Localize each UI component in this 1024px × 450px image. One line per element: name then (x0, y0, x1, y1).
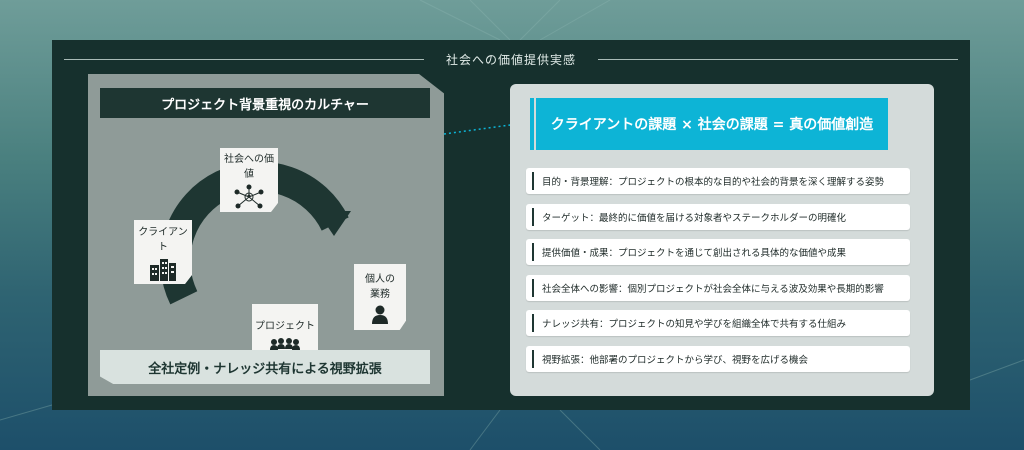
list-item: 提供価値・成果：プロジェクトを通じて創出される具体的な価値や成果 (526, 239, 910, 265)
list-item: 目的・背景理解：プロジェクトの根本的な目的や社会的背景を深く理解する姿勢 (526, 168, 910, 194)
main-frame: 社会への価値提供実感 プロジェクト背景重視のカルチャー 社会への価値 クライアン… (52, 40, 970, 410)
list-item: ターゲット：最終的に価値を届ける対象者やステークホルダーの明確化 (526, 203, 910, 230)
value-header-text: クライアントの課題 × 社会の課題 = 真の価値創造 (550, 117, 874, 133)
value-header-accent (530, 98, 534, 150)
list-item: 社会全体への影響：個別プロジェクトが社会全体に与える波及効果や長期的影響 (526, 274, 910, 301)
value-panel: クライアントの課題 × 社会の課題 = 真の価値創造 目的・背景理解：プロジェク… (510, 84, 934, 396)
value-items: 目的・背景理解：プロジェクトの根本的な目的や社会的背景を深く理解する姿勢 ターゲ… (526, 168, 910, 381)
list-item: 視野拡張：他部署のプロジェクトから学び、視野を広げる機会 (526, 345, 910, 372)
list-item: ナレッジ共有：プロジェクトの知見や学びを組織全体で共有する仕組み (526, 310, 910, 336)
value-header: クライアントの課題 × 社会の課題 = 真の価値創造 (530, 98, 888, 150)
